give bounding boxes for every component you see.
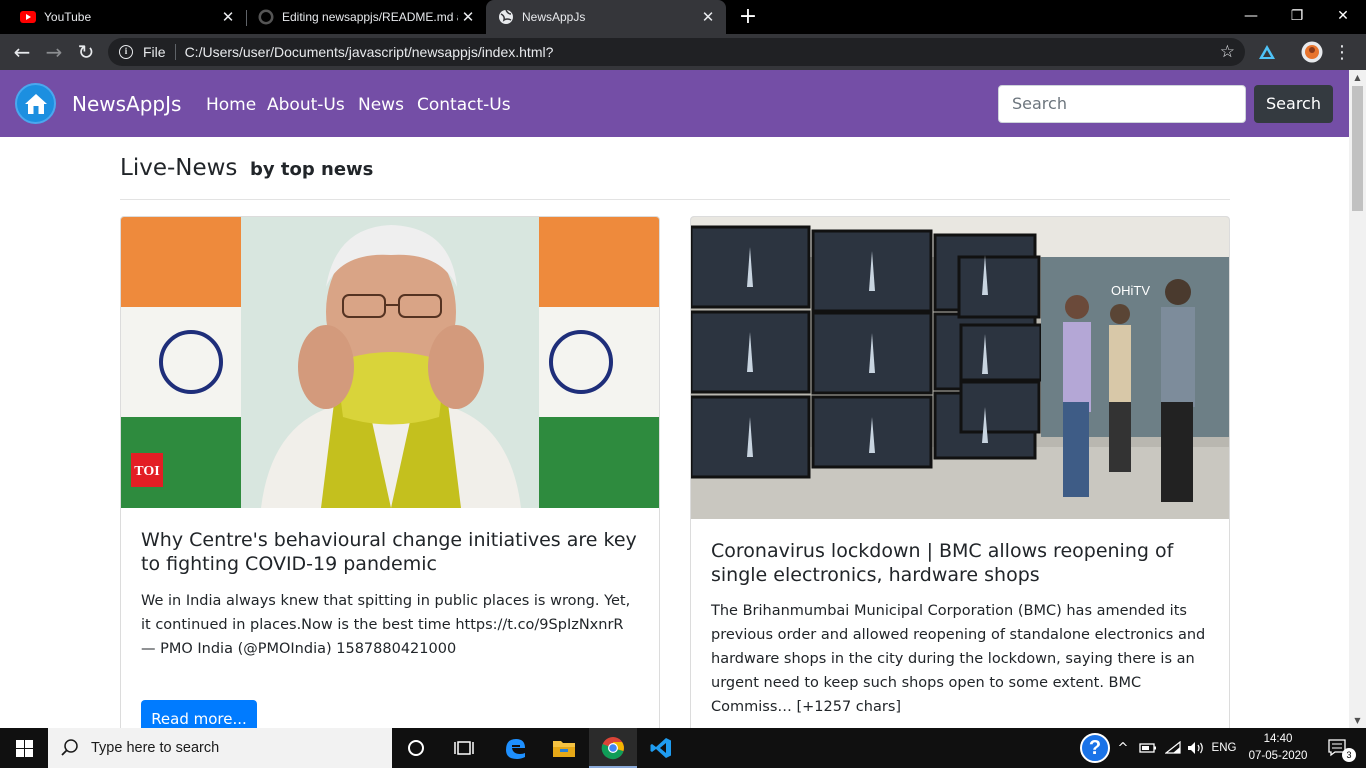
clock-time: 14:40 (1263, 733, 1293, 745)
page-info-icon[interactable]: i (119, 45, 133, 59)
input-language[interactable]: ENG (1208, 728, 1240, 768)
new-tab-button[interactable]: + (737, 4, 759, 30)
extension-triangle-icon[interactable] (1255, 40, 1279, 64)
back-button[interactable]: ← (10, 40, 34, 64)
cortana-icon[interactable] (392, 728, 440, 768)
site-search-input[interactable]: Search (998, 85, 1246, 123)
close-tab-icon[interactable]: ✕ (458, 8, 478, 26)
news-image-tv-store: OHiTV (691, 217, 1229, 519)
scheme-label: File (143, 44, 166, 60)
windows-logo-icon (15, 739, 33, 757)
nav-link-contact-us[interactable]: Contact-Us (417, 94, 511, 116)
news-image-pm-mask: TOI (121, 217, 659, 508)
clock-date: 07-05-2020 (1248, 750, 1308, 762)
bookmark-star-icon[interactable]: ☆ (1220, 42, 1235, 62)
divider (120, 199, 1230, 200)
minimize-button[interactable]: — (1228, 0, 1274, 34)
nav-link-about-us[interactable]: About-Us (267, 94, 345, 116)
news-card: TOI Why Centre's behavioural change init… (120, 216, 660, 728)
task-view-icon[interactable] (440, 728, 488, 768)
nav-link-news[interactable]: News (358, 94, 404, 116)
file-explorer-icon[interactable] (540, 728, 588, 768)
page-scrollbar[interactable]: ▲ ▼ (1349, 70, 1366, 728)
browser-toolbar: ← → ↻ i File C:/Users/user/Documents/jav… (0, 34, 1366, 70)
nav-link-home[interactable]: Home (206, 94, 256, 116)
tab-title: NewsAppJs (522, 10, 586, 24)
volume-icon[interactable] (1185, 728, 1207, 768)
scroll-down-arrow-icon[interactable]: ▼ (1349, 713, 1366, 728)
notification-count-badge: 3 (1342, 748, 1356, 762)
restore-button[interactable]: ❐ (1274, 0, 1320, 34)
windows-start-button[interactable] (0, 728, 48, 768)
article-description: We in India always knew that spitting in… (141, 593, 631, 657)
taskbar-search-placeholder: Type here to search (91, 740, 220, 756)
url-text[interactable]: C:/Users/user/Documents/javascript/newsa… (185, 44, 554, 60)
youtube-icon (20, 9, 36, 25)
close-tab-icon[interactable]: ✕ (218, 8, 238, 26)
site-navbar: NewsAppJs Home About-Us News Contact-Us … (0, 70, 1349, 137)
browser-tab-strip: YouTube ✕ Editing newsappjs/README.md a … (0, 0, 1366, 34)
vscode-icon[interactable] (637, 728, 685, 768)
forward-button[interactable]: → (42, 40, 66, 64)
notification-center-icon[interactable]: 3 (1318, 728, 1358, 768)
scrollbar-thumb[interactable] (1352, 86, 1363, 211)
page-title: Live-News (120, 155, 238, 181)
github-icon (258, 9, 274, 25)
help-icon[interactable]: ? (1077, 728, 1113, 768)
system-clock[interactable]: 14:40 07-05-2020 (1248, 731, 1308, 765)
home-logo-icon[interactable] (15, 83, 56, 124)
page-subtitle: by top news (250, 159, 374, 180)
omnibox-divider (174, 44, 176, 60)
tab-title: Editing newsappjs/README.md a (282, 10, 458, 24)
show-hidden-icons-icon[interactable]: ^ (1115, 728, 1131, 768)
tab-youtube[interactable]: YouTube ✕ (0, 0, 246, 34)
news-card: OHiTV Coronavirus lockdown | BMC allows … (690, 216, 1230, 728)
article-title: Coronavirus lockdown | BMC allows reopen… (711, 540, 1174, 586)
address-bar[interactable]: i File C:/Users/user/Documents/javascrip… (108, 38, 1245, 66)
tab-newsappjs[interactable]: NewsAppJs ✕ (486, 0, 726, 34)
article-description: The Brihanmumbai Municipal Corporation (… (711, 603, 1206, 715)
scroll-up-arrow-icon[interactable]: ▲ (1349, 70, 1366, 85)
close-tab-icon[interactable]: ✕ (698, 8, 718, 26)
search-icon (61, 739, 78, 756)
globe-icon (498, 9, 514, 25)
site-brand[interactable]: NewsAppJs (72, 92, 181, 116)
read-more-button[interactable]: Read more... (141, 700, 257, 728)
taskbar-search-box[interactable]: Type here to search (48, 728, 392, 768)
browser-menu-icon[interactable]: ⋮ (1330, 40, 1354, 64)
close-window-button[interactable]: ✕ (1320, 0, 1366, 34)
chrome-taskbar-icon[interactable] (589, 728, 637, 768)
wifi-icon[interactable] (1162, 728, 1184, 768)
site-search-button[interactable]: Search (1254, 85, 1333, 123)
web-page: NewsAppJs Home About-Us News Contact-Us … (0, 70, 1349, 728)
svg-text:OHiTV: OHiTV (1111, 283, 1150, 298)
profile-avatar[interactable] (1300, 40, 1324, 64)
reload-button[interactable]: ↻ (74, 40, 98, 64)
article-title: Why Centre's behavioural change initiati… (141, 529, 637, 575)
windows-taskbar: Type here to search ? ^ ENG 14:40 07-05-… (0, 728, 1366, 768)
toi-badge: TOI (134, 464, 159, 479)
edge-browser-icon[interactable] (491, 728, 539, 768)
battery-icon[interactable] (1137, 728, 1159, 768)
tab-github-readme[interactable]: Editing newsappjs/README.md a ✕ (238, 0, 486, 34)
tab-title: YouTube (44, 10, 92, 24)
